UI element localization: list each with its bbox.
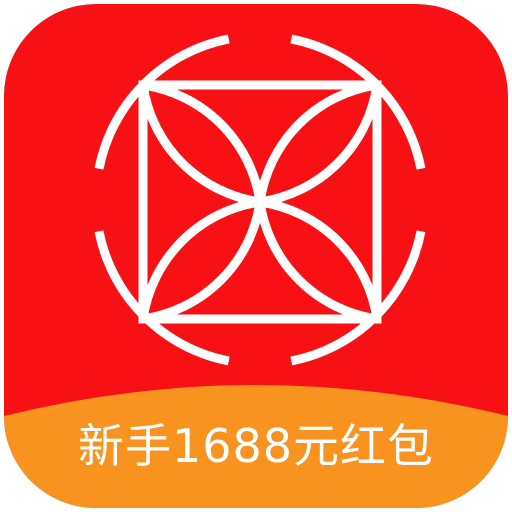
promo-banner-text: 新手1688元红包 bbox=[77, 419, 435, 473]
app-icon-tile[interactable]: 新手1688元红包 bbox=[4, 4, 508, 508]
